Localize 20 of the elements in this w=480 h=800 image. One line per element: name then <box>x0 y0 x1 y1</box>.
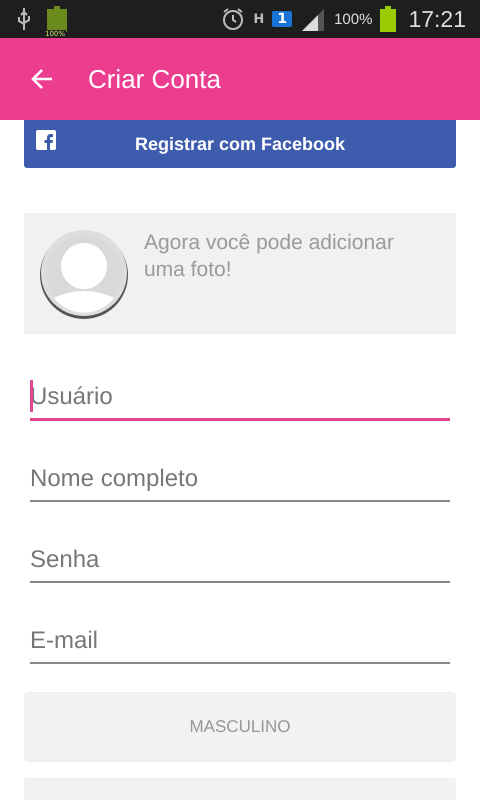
back-arrow-icon <box>30 68 54 90</box>
alarm-icon <box>221 7 246 31</box>
battery-icon <box>380 6 396 32</box>
network-type: H <box>253 12 264 26</box>
battery-percent: 100% <box>334 10 372 28</box>
text-field[interactable]: Nome completo <box>30 457 450 502</box>
facebook-button[interactable]: Registrar com Facebook <box>24 120 456 168</box>
signal-icon <box>300 7 326 31</box>
text-field[interactable]: E-mail <box>30 619 450 664</box>
screen-title: Criar Conta <box>88 64 221 94</box>
text-field[interactable]: Usuário <box>30 376 450 421</box>
text-cursor <box>30 380 33 412</box>
text-field[interactable]: Senha <box>30 538 450 583</box>
sim-badge: 1 <box>272 11 292 27</box>
facebook-icon <box>36 130 56 150</box>
usb-icon <box>16 7 32 31</box>
clock: 17:21 <box>408 6 466 32</box>
photo-prompt: Agora você pode adicionar uma foto! <box>144 230 395 283</box>
avatar-placeholder[interactable] <box>38 228 130 320</box>
battery-icon <box>46 6 68 32</box>
